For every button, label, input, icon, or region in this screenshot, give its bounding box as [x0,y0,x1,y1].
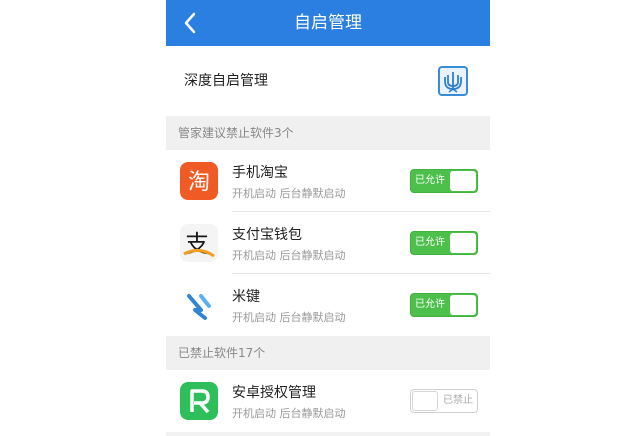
list-item: 安卓授权管理 开机启动 后台静默启动 已禁止 [166,370,490,432]
list-item: 淘 手机淘宝 开机启动 后台静默启动 已允许 [166,150,490,212]
toggle-label: 已允许 [415,237,445,248]
section-header-disabled: 已禁止软件17个 [166,336,490,370]
toggle-knob [412,391,438,411]
app-name: 手机淘宝 [232,165,288,181]
app-detail: 开机启动 后台静默启动 [232,311,346,324]
app-detail: 开机启动 后台静默启动 [232,407,346,420]
app-screen: 自启管理 深度自启管理 管家建议禁止软件3个 淘 手机淘宝 开机启动 后台静默启… [166,0,490,436]
section-header-suggested: 管家建议禁止软件3个 [166,116,490,150]
autostart-toggle[interactable]: 已禁止 [410,389,478,413]
mijian-icon [180,286,218,324]
deep-autostart-row[interactable]: 深度自启管理 [166,46,490,116]
android-auth-icon [180,382,218,420]
svg-text:支: 支 [185,230,209,258]
toggle-label: 已禁止 [443,395,473,406]
taobao-icon: 淘 [180,162,218,200]
toggle-knob [450,233,476,253]
toggle-label: 已允许 [415,175,445,186]
app-name: 安卓授权管理 [232,385,316,401]
autostart-toggle[interactable]: 已允许 [410,169,478,193]
section-label: 已禁止软件17个 [178,346,266,360]
svg-text:淘: 淘 [188,170,210,195]
nav-bar: 自启管理 [166,0,490,46]
app-name: 支付宝钱包 [232,227,302,243]
alipay-icon: 支 [180,224,218,262]
section-label: 管家建议禁止软件3个 [178,126,294,140]
app-detail: 开机启动 后台静默启动 [232,187,346,200]
list-item: 米键 开机启动 后台静默启动 已允许 [166,274,490,336]
toggle-label: 已允许 [415,299,445,310]
app-detail: 开机启动 后台静默启动 [232,249,346,262]
trident-icon [438,66,468,96]
list-item: 支 支付宝钱包 开机启动 后台静默启动 已允许 [166,212,490,274]
toggle-knob [450,171,476,191]
autostart-toggle[interactable]: 已允许 [410,293,478,317]
app-name: 米键 [232,289,260,305]
autostart-toggle[interactable]: 已允许 [410,231,478,255]
toggle-knob [450,295,476,315]
page-title: 自启管理 [294,13,362,33]
deep-autostart-label: 深度自启管理 [184,73,268,89]
